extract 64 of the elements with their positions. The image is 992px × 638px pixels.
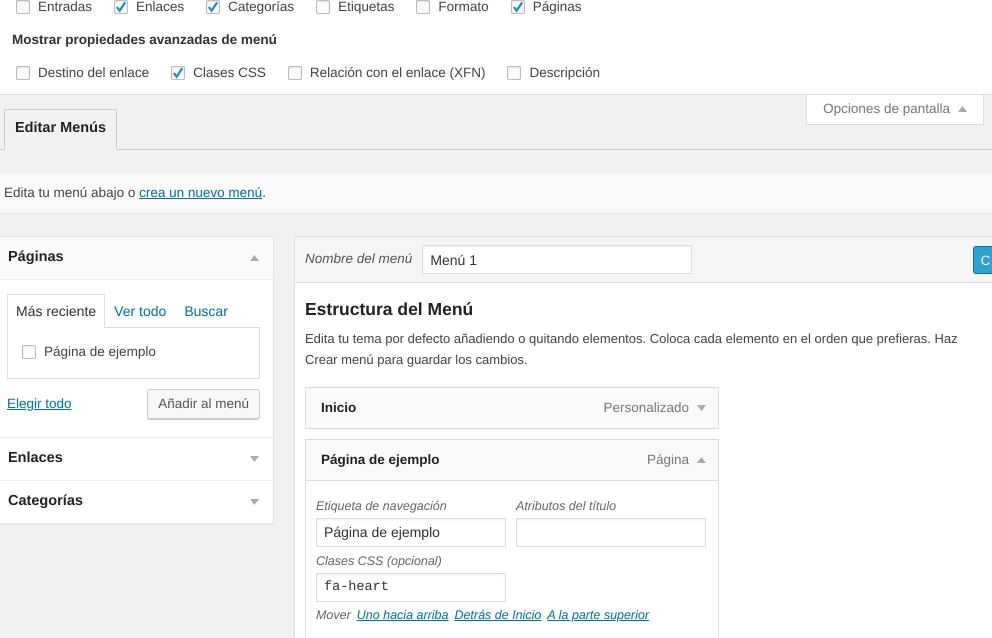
nav-tab[interactable]: Editar Menús bbox=[4, 109, 118, 150]
panel-tab[interactable]: Ver todo bbox=[105, 294, 176, 327]
checkbox[interactable] bbox=[288, 66, 302, 80]
checkbox[interactable] bbox=[510, 0, 525, 14]
checkbox[interactable] bbox=[206, 0, 220, 14]
collapse-arrow-icon[interactable] bbox=[958, 106, 967, 112]
checkbox[interactable] bbox=[171, 66, 186, 80]
checkbox-label: Relación con el enlace (XFN) bbox=[310, 64, 486, 82]
checkbox-label: Formato bbox=[438, 0, 489, 16]
move-label: Mover bbox=[316, 606, 351, 624]
checkbox-label: Descripción bbox=[529, 64, 600, 82]
description-text: Edita tu tema por defecto añadiendo o quitando elementos. Coloca cada elemento en el orden que prefieras. Haz Crear menú para guardar los cambios. bbox=[305, 330, 959, 369]
css-classes-field[interactable]: fa-heart bbox=[316, 572, 506, 602]
collapse-arrow-icon[interactable] bbox=[697, 457, 706, 463]
menu-item-title: Inicio bbox=[321, 398, 356, 417]
menu-item-title: Página de ejemplo bbox=[321, 450, 440, 469]
panel-tab[interactable]: Buscar bbox=[175, 294, 237, 327]
field-label: Etiqueta de navegación bbox=[316, 498, 448, 515]
notice-text: Edita tu menú abajo o crea un nuevo menú. bbox=[4, 184, 266, 202]
checkbox[interactable] bbox=[507, 66, 522, 80]
accordion-header[interactable]: Páginas bbox=[0, 237, 273, 280]
accordion-header[interactable]: Categorías bbox=[0, 481, 273, 524]
move-link[interactable]: Detrás de Inicio bbox=[454, 606, 542, 624]
select-all-link[interactable]: Elegir todo bbox=[7, 394, 72, 414]
section-title: Páginas bbox=[8, 248, 64, 268]
checkbox-label: Página de ejemplo bbox=[44, 343, 156, 361]
add-to-menu-button[interactable]: Añadir al menú bbox=[147, 389, 260, 420]
checkbox[interactable] bbox=[16, 66, 30, 80]
menu-item-type: Página bbox=[646, 450, 689, 469]
section-heading: Mostrar propiedades avanzadas de menú bbox=[12, 31, 278, 50]
checkbox-label: Categorías bbox=[228, 0, 294, 16]
expand-arrow-icon[interactable] bbox=[697, 405, 706, 411]
accordion-header[interactable]: Enlaces bbox=[0, 438, 273, 482]
move-link[interactable]: A la parte superior bbox=[547, 606, 649, 624]
expand-arrow-icon[interactable] bbox=[250, 456, 259, 462]
checkbox-label: Etiquetas bbox=[338, 0, 394, 16]
title-attribute-field[interactable] bbox=[516, 518, 706, 547]
checkbox[interactable] bbox=[16, 0, 30, 14]
menu-item-type: Personalizado bbox=[603, 398, 689, 417]
field-label: Nombre del menú bbox=[305, 250, 412, 268]
create-menu-link[interactable]: crea un nuevo menú bbox=[139, 185, 262, 200]
section-title: Enlaces bbox=[8, 449, 63, 468]
checkbox[interactable] bbox=[416, 0, 430, 14]
checkbox-label: Páginas bbox=[532, 0, 582, 16]
move-link[interactable]: Uno hacia arriba bbox=[356, 606, 448, 624]
menu-item-header[interactable]: Inicio Personalizado bbox=[306, 388, 718, 428]
checkbox-label: Enlaces bbox=[136, 0, 184, 16]
checkbox[interactable] bbox=[316, 0, 330, 14]
expand-arrow-icon[interactable] bbox=[250, 499, 259, 506]
checkbox[interactable] bbox=[22, 345, 36, 360]
field-label: Clases CSS (opcional) bbox=[316, 552, 443, 570]
field-label: Atributos del título bbox=[516, 498, 618, 515]
checkbox[interactable] bbox=[114, 0, 128, 14]
checkbox-label: Clases CSS bbox=[193, 64, 266, 82]
screen-options-toggle[interactable]: Opciones de pantalla bbox=[806, 95, 984, 126]
checkbox-label: Entradas bbox=[38, 0, 92, 16]
menu-name-field[interactable]: Menú 1 bbox=[422, 245, 692, 274]
checkbox-label: Destino del enlace bbox=[38, 64, 150, 82]
section-heading: Estructura del Menú bbox=[305, 299, 474, 320]
section-title: Categorías bbox=[8, 492, 83, 512]
menu-item-header[interactable]: Página de ejemplo Página bbox=[306, 440, 718, 480]
collapse-arrow-icon[interactable] bbox=[250, 255, 259, 261]
navigation-label-field[interactable]: Página de ejemplo bbox=[316, 518, 506, 547]
panel-tab[interactable]: Más reciente bbox=[7, 294, 106, 328]
